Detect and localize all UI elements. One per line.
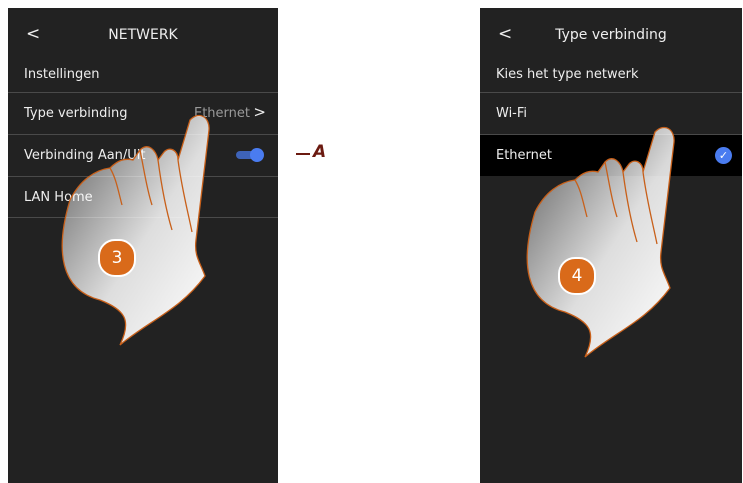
hand-icon: [61, 114, 210, 346]
hand-icon: [526, 126, 675, 358]
step-badge: 3: [98, 239, 136, 277]
step-badge: 4: [558, 257, 596, 295]
